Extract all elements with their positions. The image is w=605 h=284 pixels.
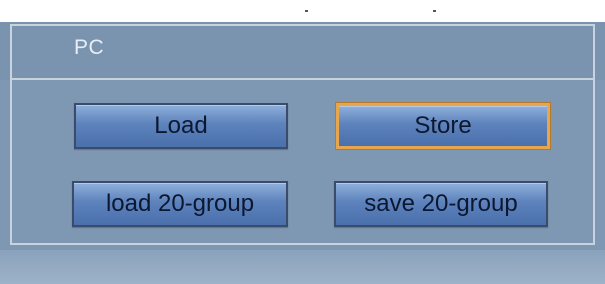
frame-top-line	[10, 24, 595, 26]
load-button[interactable]: Load	[74, 103, 288, 149]
frame-right-line	[593, 24, 595, 245]
tick-mark	[433, 10, 436, 12]
frame-bottom-line	[10, 243, 595, 245]
tick-mark	[305, 10, 308, 12]
group-title: PC	[74, 36, 105, 59]
frame-left-line	[10, 24, 12, 245]
bottom-strip	[0, 250, 605, 284]
store-button[interactable]: Store	[336, 103, 550, 149]
top-band	[0, 0, 605, 22]
header-divider	[10, 78, 595, 80]
save-20-group-button[interactable]: save 20-group	[334, 181, 548, 227]
pc-panel: PC Load Store load 20-group save 20-grou…	[0, 0, 605, 284]
load-20-group-button[interactable]: load 20-group	[72, 181, 288, 227]
